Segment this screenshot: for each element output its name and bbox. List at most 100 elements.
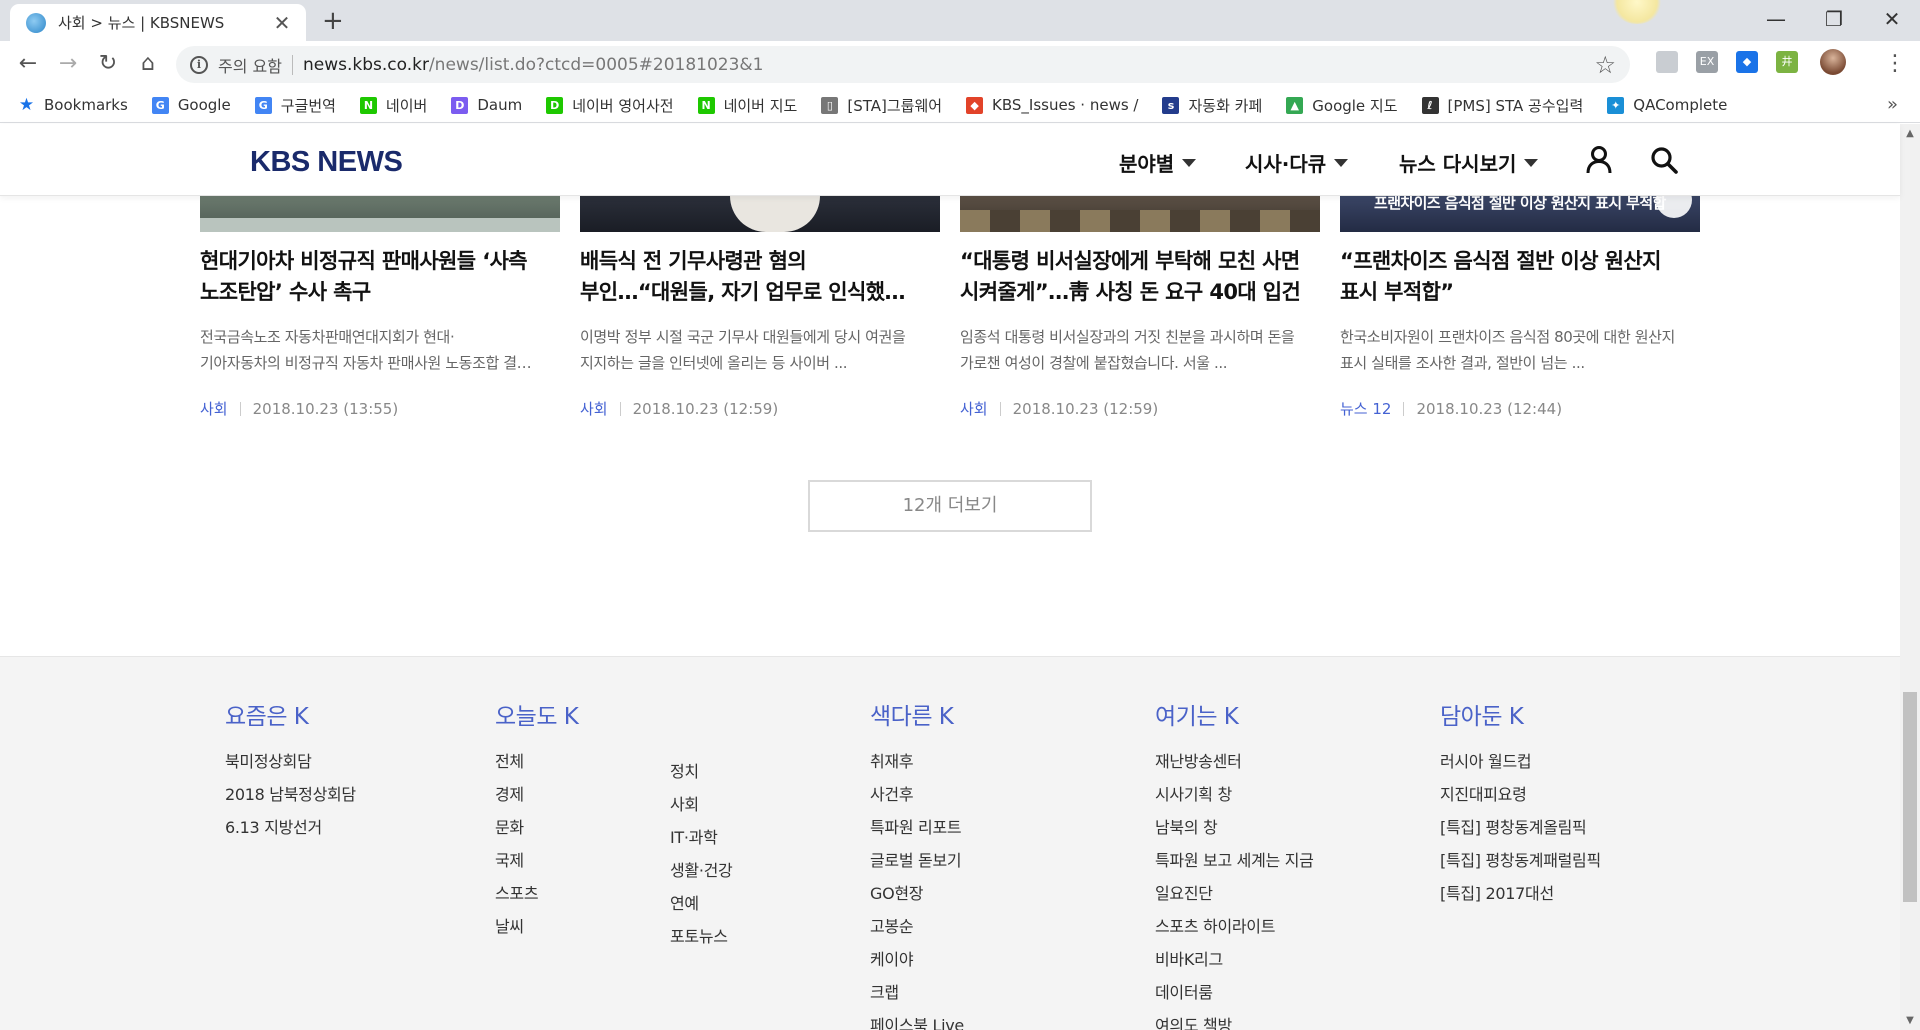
kbs-news-logo[interactable]: KBS NEWS xyxy=(250,146,403,179)
footer-link[interactable]: [특집] 평창동계올림픽 xyxy=(1440,811,1601,844)
footer-link[interactable]: 케이야 xyxy=(870,943,964,976)
bookmark-item[interactable]: ◆ KBS_Issues · news / xyxy=(966,96,1138,114)
bookmark-item[interactable]: ✦ QAComplete xyxy=(1607,96,1727,114)
article-title[interactable]: 현대기아차 비정규직 판매사원들 ‘사측 노조탄압’ 수사 촉구 xyxy=(200,246,560,308)
footer-link[interactable]: 스포츠 xyxy=(495,877,578,910)
bookmark-item[interactable]: G Google xyxy=(151,96,231,114)
window-close-button[interactable]: ✕ xyxy=(1862,4,1920,34)
footer-link[interactable]: 특파원 리포트 xyxy=(870,811,964,844)
play-icon[interactable] xyxy=(1656,196,1692,218)
footer-heading[interactable]: 오늘도 K xyxy=(495,697,579,731)
footer-link[interactable]: 재난방송센터 xyxy=(1155,745,1314,778)
footer-link[interactable]: 취재후 xyxy=(870,745,964,778)
footer-link[interactable]: 날씨 xyxy=(495,910,578,943)
bookmark-item[interactable]: ★ Bookmarks xyxy=(18,96,128,114)
tab-close-icon[interactable]: ✕ xyxy=(272,13,292,33)
footer-link[interactable]: 전체 xyxy=(495,745,578,778)
article-category-link[interactable]: 사회 xyxy=(200,398,228,419)
footer-link[interactable]: 사건후 xyxy=(870,778,964,811)
footer-link[interactable]: 비바K리그 xyxy=(1155,943,1314,976)
footer-link[interactable]: 러시아 월드컵 xyxy=(1440,745,1601,778)
article-category-link[interactable]: 사회 xyxy=(580,398,608,419)
footer-link[interactable]: 스포츠 하이라이트 xyxy=(1155,910,1314,943)
address-bar[interactable]: i 주의 요함 news.kbs.co.kr/news/list.do?ctcd… xyxy=(176,46,1630,83)
article-thumbnail[interactable] xyxy=(200,196,560,232)
article-thumbnail[interactable] xyxy=(960,196,1320,232)
bookmark-item[interactable]: D Daum xyxy=(451,96,522,114)
extension-green-icon[interactable]: 井 xyxy=(1776,51,1798,73)
footer-link[interactable]: 정치 xyxy=(670,755,732,788)
article-category-link[interactable]: 뉴스 12 xyxy=(1340,398,1391,419)
chrome-menu-icon[interactable]: ⋮ xyxy=(1884,49,1906,79)
article-title[interactable]: “대통령 비서실장에게 부탁해 모친 사면 시켜줄게”…靑 사칭 돈 요구 40대… xyxy=(960,246,1320,308)
footer-link[interactable]: 포토뉴스 xyxy=(670,920,732,953)
new-tab-button[interactable]: + xyxy=(322,8,344,34)
site-info-icon[interactable]: i xyxy=(190,55,208,74)
footer-link[interactable]: 경제 xyxy=(495,778,578,811)
footer-link[interactable]: 글로벌 돋보기 xyxy=(870,844,964,877)
bookmark-item[interactable]: N 네이버 xyxy=(359,95,427,116)
scroll-down-icon[interactable]: ▼ xyxy=(1904,1015,1916,1026)
load-more-button[interactable]: 12개 더보기 xyxy=(808,480,1092,532)
footer-heading[interactable]: 요즘은 K xyxy=(225,697,356,731)
scroll-up-icon[interactable]: ▲ xyxy=(1904,128,1916,139)
footer-link[interactable]: 북미정상회담 xyxy=(225,745,356,778)
nav-replay-menu[interactable]: 뉴스 다시보기 xyxy=(1399,148,1539,177)
footer-heading[interactable]: 여기는 K xyxy=(1155,697,1314,731)
article-category-link[interactable]: 사회 xyxy=(960,398,988,419)
back-arrow-icon[interactable]: ← xyxy=(13,49,43,79)
footer-link[interactable]: 데이터룸 xyxy=(1155,976,1314,1009)
footer-link[interactable]: [특집] 평창동계패럴림픽 xyxy=(1440,844,1601,877)
footer-link[interactable]: 지진대피요령 xyxy=(1440,778,1601,811)
search-icon[interactable] xyxy=(1650,146,1678,174)
footer-link[interactable]: 시사기획 창 xyxy=(1155,778,1314,811)
article-title[interactable]: “프랜차이즈 음식점 절반 이상 원산지 표시 부적합” xyxy=(1340,246,1700,308)
footer-link[interactable]: 생활·건강 xyxy=(670,854,733,887)
nav-category-menu[interactable]: 분야별 xyxy=(1119,148,1197,177)
footer-link[interactable]: 남북의 창 xyxy=(1155,811,1314,844)
page-scrollbar[interactable]: ▲ ▼ xyxy=(1900,124,1920,1030)
bookmark-item[interactable]: s 자동화 카페 xyxy=(1162,95,1262,116)
footer-link[interactable]: 고봉순 xyxy=(870,910,964,943)
footer-link[interactable]: 연예 xyxy=(670,887,732,920)
footer-link[interactable]: 페이스북 Live xyxy=(870,1009,964,1030)
bookmark-item[interactable]: ℓ [PMS] STA 공수입력 xyxy=(1421,95,1583,116)
footer-link[interactable]: GO현장 xyxy=(870,877,964,910)
window-maximize-button[interactable]: ❐ xyxy=(1804,4,1864,34)
profile-avatar[interactable] xyxy=(1820,49,1846,75)
reload-icon[interactable]: ↻ xyxy=(93,49,123,79)
footer-link[interactable]: 6.13 지방선거 xyxy=(225,811,356,844)
article-thumbnail[interactable] xyxy=(580,196,940,232)
article-thumbnail[interactable]: 프랜차이즈 음식점 절반 이상 원산지 표시 부적합 xyxy=(1340,196,1700,232)
forward-arrow-icon[interactable]: → xyxy=(53,49,83,79)
footer-link[interactable]: IT·과학 xyxy=(670,821,732,854)
bookmarks-overflow-icon[interactable]: » xyxy=(1887,94,1898,115)
footer-link[interactable]: 2018 남북정상회담 xyxy=(225,778,356,811)
extension-tool-icon[interactable]: ◆ xyxy=(1736,51,1758,73)
article-title[interactable]: 배득식 전 기무사령관 혐의 부인…“대원들, 자기 업무로 인식했… xyxy=(580,246,940,308)
extension-cast-icon[interactable] xyxy=(1656,51,1678,73)
bookmark-item[interactable]: ▯ [STA]그룹웨어 xyxy=(821,95,942,116)
footer-link[interactable]: 일요진단 xyxy=(1155,877,1314,910)
home-icon[interactable]: ⌂ xyxy=(133,49,163,79)
bookmark-item[interactable]: ▲ Google 지도 xyxy=(1286,95,1398,116)
footer-link[interactable]: [특집] 2017대선 xyxy=(1440,877,1601,910)
window-minimize-button[interactable]: — xyxy=(1746,4,1806,34)
footer-link[interactable]: 문화 xyxy=(495,811,578,844)
footer-link[interactable]: 특파원 보고 세계는 지금 xyxy=(1155,844,1314,877)
footer-heading[interactable]: 색다른 K xyxy=(870,697,964,731)
user-icon[interactable] xyxy=(1586,146,1612,174)
footer-link[interactable]: 크랩 xyxy=(870,976,964,1009)
bookmark-item[interactable]: D 네이버 영어사전 xyxy=(546,95,674,116)
footer-heading[interactable]: 담아둔 K xyxy=(1440,697,1601,731)
footer-link[interactable]: 사회 xyxy=(670,788,732,821)
footer-link[interactable]: 여의도 책방 xyxy=(1155,1009,1314,1030)
extension-ex-icon[interactable]: EX xyxy=(1696,51,1718,73)
bookmark-item[interactable]: N 네이버 지도 xyxy=(697,95,797,116)
bookmark-star-icon[interactable]: ☆ xyxy=(1594,50,1616,80)
footer-link[interactable]: 국제 xyxy=(495,844,578,877)
scrollbar-thumb[interactable] xyxy=(1903,692,1917,902)
browser-tab-active[interactable]: 사회 > 뉴스 | KBSNEWS ✕ xyxy=(10,4,306,41)
nav-current-affairs-menu[interactable]: 시사·다큐 xyxy=(1245,148,1349,177)
bookmark-item[interactable]: G 구글번역 xyxy=(254,95,336,116)
